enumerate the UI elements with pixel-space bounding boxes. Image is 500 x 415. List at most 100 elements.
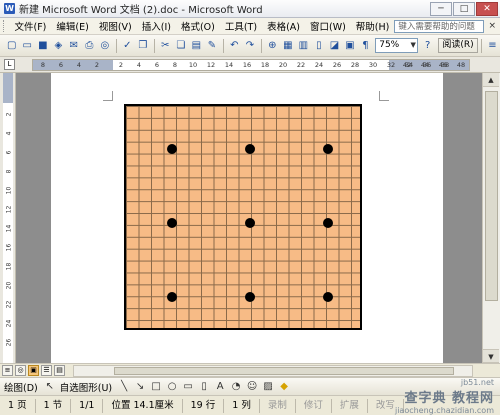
go-stone[interactable] — [167, 217, 177, 228]
menu-file[interactable]: 文件(F) — [10, 19, 52, 33]
drawing-icon[interactable]: ◪ — [328, 39, 342, 53]
title-bar: W 新建 Microsoft Word 文档 (2).doc - Microso… — [0, 0, 500, 18]
ruler-main-tick: 10 — [188, 61, 198, 69]
status-track[interactable]: 修订 — [296, 398, 332, 413]
undo-icon[interactable]: ↶ — [228, 39, 242, 53]
print-layout-icon[interactable]: ▣ — [28, 365, 39, 376]
read-button[interactable]: 阅读(R) — [438, 38, 478, 53]
status-column: 1 列 — [224, 398, 260, 413]
research-icon[interactable]: ❐ — [136, 39, 150, 53]
ruler-main-tick: 20 — [278, 61, 288, 69]
spelling-icon[interactable]: ✓ — [121, 39, 135, 53]
vruler-tick: 14 — [5, 224, 13, 233]
outline-view-icon[interactable]: ☰ — [41, 365, 52, 376]
margin-corner-top-left — [103, 91, 113, 101]
normal-view-icon[interactable]: ≡ — [2, 365, 13, 376]
columns-icon[interactable]: ▯ — [312, 39, 326, 53]
picture-icon[interactable]: ▨ — [262, 381, 274, 393]
go-board-table[interactable] — [124, 104, 362, 330]
autoshapes-menu[interactable]: 自选图形(U) — [60, 380, 112, 394]
help-search-input[interactable]: 键入需要帮助的问题 — [394, 19, 485, 33]
cut-icon[interactable]: ✂ — [159, 39, 173, 53]
clipart-icon[interactable]: ☺ — [246, 381, 258, 393]
horizontal-scrollbar[interactable] — [73, 364, 473, 377]
print-icon[interactable]: ⎙ — [83, 39, 97, 53]
go-stone[interactable] — [245, 143, 255, 154]
menu-view[interactable]: 视图(V) — [94, 19, 137, 33]
menu-table[interactable]: 表格(A) — [262, 19, 305, 33]
go-stone[interactable] — [245, 217, 255, 228]
vertical-scrollbar[interactable]: ▲ ▼ — [482, 73, 500, 363]
document-map-icon[interactable]: ▣ — [343, 39, 357, 53]
paste-icon[interactable]: ▤ — [190, 39, 204, 53]
vruler-tick: 20 — [5, 281, 13, 290]
diagram-icon[interactable]: ◔ — [230, 381, 242, 393]
menu-format[interactable]: 格式(O) — [176, 19, 220, 33]
scroll-up-icon[interactable]: ▲ — [483, 73, 499, 87]
draw-menu[interactable]: 绘图(D) — [4, 380, 38, 394]
menu-help[interactable]: 帮助(H) — [351, 19, 395, 33]
show-hide-icon[interactable]: ¶ — [359, 39, 373, 53]
vruler-tick: 16 — [5, 243, 13, 252]
go-stone[interactable] — [323, 143, 333, 154]
format-painter-icon[interactable]: ✎ — [205, 39, 219, 53]
horizontal-ruler[interactable]: 8 6 4 2 2 4 6 8 10 12 14 16 18 20 22 24 26 28 30 32 34 36 38 42… — [32, 59, 470, 71]
line-icon[interactable]: ╲ — [118, 381, 130, 393]
wordart-icon[interactable]: A — [214, 381, 226, 393]
vertical-textbox-icon[interactable]: ▯ — [198, 381, 210, 393]
reading-view-icon[interactable]: ▤ — [54, 365, 65, 376]
menu-window[interactable]: 窗口(W) — [305, 19, 351, 33]
vertical-ruler[interactable]: 2 4 6 8 10 12 14 16 18 20 22 24 26 — [0, 73, 16, 363]
close-document-button[interactable]: × — [488, 21, 496, 31]
select-objects-icon[interactable]: ↖ — [44, 381, 56, 393]
scroll-down-icon[interactable]: ▼ — [483, 349, 499, 363]
textbox-icon[interactable]: ▭ — [182, 381, 194, 393]
go-stone[interactable] — [323, 217, 333, 228]
vruler-tick: 4 — [5, 131, 13, 136]
vruler-tick: 6 — [5, 150, 13, 155]
copy-icon[interactable]: ❏ — [174, 39, 188, 53]
rectangle-icon[interactable]: □ — [150, 381, 162, 393]
menu-insert[interactable]: 插入(I) — [137, 19, 176, 33]
tab-selector[interactable]: L — [4, 59, 15, 70]
new-document-icon[interactable]: ▢ — [5, 39, 19, 53]
save-icon[interactable]: ■ — [36, 39, 50, 53]
minimize-button[interactable]: ─ — [430, 1, 452, 16]
word-app-icon[interactable]: W — [4, 3, 15, 14]
menu-edit[interactable]: 编辑(E) — [51, 19, 93, 33]
redo-icon[interactable]: ↷ — [243, 39, 257, 53]
web-view-icon[interactable]: ◎ — [15, 365, 26, 376]
ruler-main-tick: 32 — [386, 61, 396, 69]
go-stone[interactable] — [167, 291, 177, 302]
oval-icon[interactable]: ○ — [166, 381, 178, 393]
print-preview-icon[interactable]: ◎ — [98, 39, 112, 53]
go-stone[interactable] — [167, 143, 177, 154]
horizontal-scroll-thumb[interactable] — [114, 366, 454, 375]
arrow-icon[interactable]: ↘ — [134, 381, 146, 393]
ruler-main-tick: 18 — [260, 61, 270, 69]
toolbar-options-icon[interactable]: ≡ — [486, 39, 500, 53]
status-overtype[interactable]: 改写 — [368, 398, 404, 413]
status-record[interactable]: 录制 — [260, 398, 296, 413]
go-stone[interactable] — [323, 291, 333, 302]
tables-borders-icon[interactable]: ▦ — [281, 39, 295, 53]
email-icon[interactable]: ✉ — [67, 39, 81, 53]
menu-tools[interactable]: 工具(T) — [220, 19, 262, 33]
help-icon[interactable]: ? — [421, 39, 435, 53]
vertical-scroll-thumb[interactable] — [485, 91, 498, 301]
hyperlink-icon[interactable]: ⊕ — [266, 39, 280, 53]
permission-icon[interactable]: ◈ — [52, 39, 66, 53]
insert-table-icon[interactable]: ▥ — [297, 39, 311, 53]
fill-color-icon[interactable]: ◆ — [278, 381, 290, 393]
maximize-button[interactable]: □ — [453, 1, 475, 16]
zoom-select[interactable]: 75% ▼ — [375, 38, 418, 53]
window-title: 新建 Microsoft Word 文档 (2).doc - Microsoft… — [19, 5, 263, 16]
ruler-main-tick: 4 — [136, 61, 142, 69]
go-stone[interactable] — [245, 291, 255, 302]
vruler-tick: 8 — [5, 169, 13, 174]
status-extend[interactable]: 扩展 — [332, 398, 368, 413]
open-icon[interactable]: ▭ — [21, 39, 35, 53]
vruler-tick: 22 — [5, 300, 13, 309]
close-button[interactable]: ✕ — [476, 1, 498, 16]
menu-grip[interactable] — [3, 20, 6, 32]
